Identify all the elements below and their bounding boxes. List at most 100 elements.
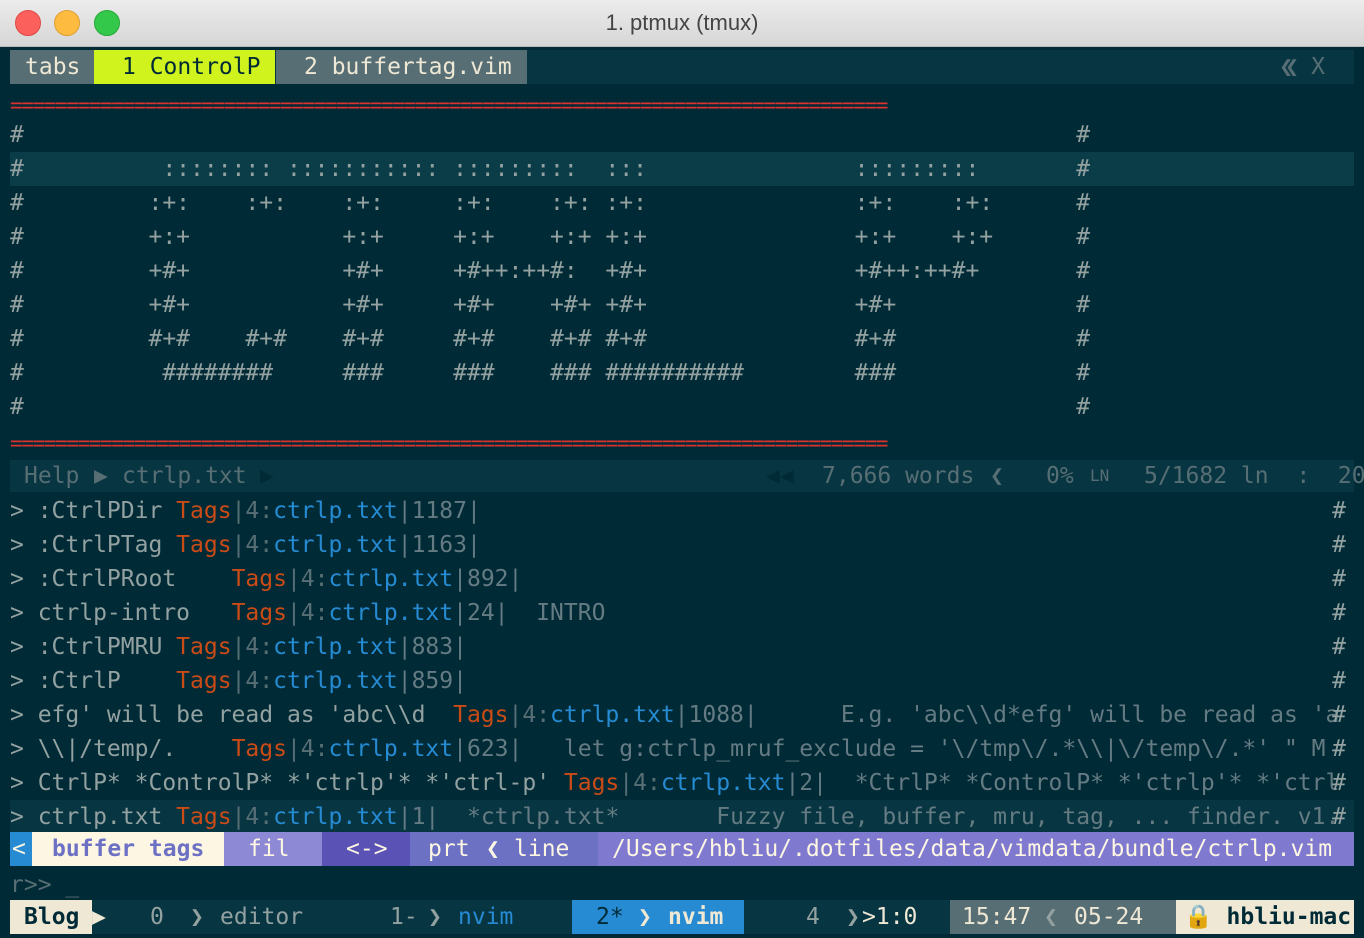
ctrlp-prompt[interactable]: r>> _ xyxy=(10,870,79,900)
result-separator: |4: xyxy=(231,634,274,660)
separator-icon: ▶ xyxy=(260,463,274,489)
ascii-art-line: # # xyxy=(10,122,1091,148)
ascii-art-line: # +#+ +#+ +#+ +#+ +#+ +#+ # xyxy=(10,292,1091,318)
tab-buffertag[interactable]: 2 buffertag.vim xyxy=(276,50,527,84)
result-separator: |4: xyxy=(286,566,329,592)
tmux-window-2-index[interactable]: 2* xyxy=(596,900,624,934)
result-filename: ctrlp.txt xyxy=(273,804,398,830)
ctrlp-result-row[interactable]: > CtrlP* *ControlP* *'ctrlp'* *'ctrl-p' … xyxy=(10,766,1354,800)
result-tag: Tags xyxy=(176,668,232,694)
statusline-mode: Help xyxy=(24,463,80,489)
chevron-left-icon: ❮ xyxy=(990,463,1004,489)
result-detail: |1163| xyxy=(397,532,481,558)
ctrlp-result-row[interactable]: > \\|/temp/. Tags|4:ctrlp.txt|623| let g… xyxy=(10,732,1354,766)
tab-controlp[interactable]: 1 ControlP xyxy=(94,50,276,84)
result-hash: # xyxy=(1332,566,1346,592)
result-hash: # xyxy=(1332,668,1346,694)
result-prefix: > ctrlp-intro xyxy=(10,600,232,626)
ascii-art-line: # :+: :+: :+: :+: :+: :+: :+: :+: # xyxy=(10,190,1091,216)
result-hash: # xyxy=(1332,804,1346,830)
header-rule-bottom: ========================================… xyxy=(10,431,888,455)
result-hash: # xyxy=(1332,498,1346,524)
chevron-right-icon: ❯ xyxy=(428,904,442,930)
statusline-wordcount: 7,666 words xyxy=(822,463,975,489)
tmux-window-0-index[interactable]: 0 xyxy=(150,900,164,934)
result-hash: # xyxy=(1332,532,1346,558)
tabline-label: tabs xyxy=(10,50,96,84)
ctrlp-result-row[interactable]: > ctrlp.txt Tags|4:ctrlp.txt|1| *ctrlp.t… xyxy=(10,800,1354,834)
result-filename: ctrlp.txt xyxy=(328,600,454,626)
result-detail: |24| INTRO xyxy=(453,600,606,626)
chevron-right-icon: ❯ xyxy=(190,904,204,930)
tmux-window-0-name[interactable]: editor xyxy=(220,900,303,934)
ctrlp-next-mode[interactable]: fil xyxy=(224,832,322,866)
result-separator: |4: xyxy=(508,702,551,728)
result-prefix: > :CtrlPRoot xyxy=(10,566,232,592)
result-tag: Tags xyxy=(563,770,620,796)
result-filename: ctrlp.txt xyxy=(328,566,454,592)
tmux-session-name: Blog xyxy=(10,900,92,934)
separator-icon: ▶ xyxy=(94,463,108,489)
ctrlp-statusbar: < buffer tags fil <-> prt ❮ line /Users/… xyxy=(10,832,1354,866)
ctrlp-mode-buffer-tags[interactable]: buffer tags xyxy=(32,832,224,866)
result-tag: Tags xyxy=(231,736,287,762)
result-prefix: > \\|/temp/. xyxy=(10,736,232,762)
window-titlebar: 1. ptmux (tmux) xyxy=(0,0,1364,47)
vim-statusline: Help ▶ ctrlp.txt ▶ ◀◀ 7,666 words ❮ 0% L… xyxy=(10,460,1364,492)
ascii-art-line: # +:+ +:+ +:+ +:+ +:+ +:+ +:+ # xyxy=(10,224,1091,250)
tabline-close-button[interactable]: X xyxy=(1296,50,1340,84)
ctrlp-result-row[interactable]: > :CtrlPTag Tags|4:ctrlp.txt|1163| # xyxy=(10,528,1354,562)
result-separator: |4: xyxy=(231,498,274,524)
result-prefix: > :CtrlP xyxy=(10,668,177,694)
tmux-window-1-index[interactable]: 1- xyxy=(390,900,418,934)
result-tag: Tags xyxy=(176,498,232,524)
result-prefix: > CtrlP* *ControlP* *'ctrlp'* *'ctrl-p' xyxy=(10,770,564,796)
result-hash: # xyxy=(1332,600,1346,626)
result-hash: # xyxy=(1332,736,1346,762)
result-tag: Tags xyxy=(176,634,232,660)
result-detail: |2| *CtrlP* *ControlP* *'ctrlp'* *'ctrl xyxy=(785,770,1340,796)
result-separator: |4: xyxy=(619,770,661,796)
ctrlp-path: /Users/hbliu/.dotfiles/data/vimdata/bund… xyxy=(598,832,1354,866)
ascii-art-line: # +#+ +#+ +#++:++#: +#+ +#++:++#+ # xyxy=(10,258,1091,284)
result-filename: ctrlp.txt xyxy=(273,668,398,694)
result-filename: ctrlp.txt xyxy=(273,634,398,660)
tmux-window-4-index[interactable]: 4 xyxy=(806,900,820,934)
result-detail: |1| *ctrlp.txt* Fuzzy file, buffer, mru,… xyxy=(397,804,1340,830)
lock-icon: 🔒 xyxy=(1184,904,1213,930)
tmux-window-1-name[interactable]: nvim xyxy=(458,900,513,934)
chevron-left-icon: ❮ xyxy=(486,836,500,862)
result-tag: Tags xyxy=(176,804,232,830)
result-separator: |4: xyxy=(286,600,329,626)
tmux-hostname: hbliu-mac xyxy=(1226,904,1352,930)
result-detail: |1187| xyxy=(397,498,481,524)
ctrlp-result-row[interactable]: > :CtrlP Tags|4:ctrlp.txt|859| # xyxy=(10,664,1354,698)
result-separator: |4: xyxy=(286,736,329,762)
result-filename: ctrlp.txt xyxy=(273,498,398,524)
ascii-art-line: # #+# #+# #+# #+# #+# #+# #+# # xyxy=(10,326,1091,352)
tmux-date: 05-24 xyxy=(1074,904,1144,930)
result-filename: ctrlp.txt xyxy=(550,702,675,728)
result-hash: # xyxy=(1332,770,1346,796)
tmux-host: 🔒 hbliu-mac xyxy=(1176,900,1354,934)
result-separator: |4: xyxy=(231,668,274,694)
result-prefix: > :CtrlPMRU xyxy=(10,634,177,660)
result-detail: |859| xyxy=(397,668,467,694)
tmux-window-2-name[interactable]: nvim xyxy=(668,900,723,934)
window-title: 1. ptmux (tmux) xyxy=(605,10,759,35)
vim-tabline: tabs 1 ControlP 2 buffertag.vim ❮❮ X xyxy=(10,50,1354,84)
result-prefix: > :CtrlPTag xyxy=(10,532,177,558)
result-prefix: > ctrlp.txt xyxy=(10,804,177,830)
chevron-right-icon: ❯ xyxy=(846,904,860,930)
ctrlp-result-row[interactable]: > ctrlp-intro Tags|4:ctrlp.txt|24| INTRO… xyxy=(10,596,1354,630)
ctrlp-result-row[interactable]: > :CtrlPDir Tags|4:ctrlp.txt|1187| # xyxy=(10,494,1354,528)
result-hash: # xyxy=(1332,634,1346,660)
statusline-percent: 0% xyxy=(1046,463,1074,489)
ctrlp-line: line xyxy=(514,836,570,862)
ctrlp-result-row[interactable]: > :CtrlPRoot Tags|4:ctrlp.txt|892| # xyxy=(10,562,1354,596)
separator-icon: ◀◀ xyxy=(766,463,794,489)
result-prefix: > :CtrlPDir xyxy=(10,498,177,524)
tmux-time: 15:47 xyxy=(962,904,1032,930)
ctrlp-result-row[interactable]: > efg' will be read as 'abc\\d Tags|4:ct… xyxy=(10,698,1354,732)
ctrlp-result-row[interactable]: > :CtrlPMRU Tags|4:ctrlp.txt|883| # xyxy=(10,630,1354,664)
